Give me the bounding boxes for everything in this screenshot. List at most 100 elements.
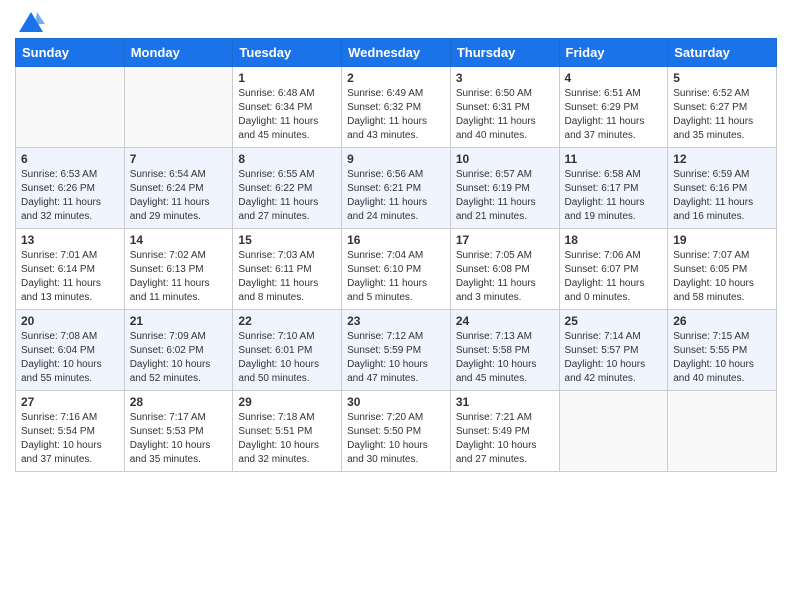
day-number: 18 (565, 233, 663, 247)
day-number: 20 (21, 314, 119, 328)
calendar-cell: 10 Sunrise: 6:57 AM Sunset: 6:19 PM Dayli… (450, 148, 559, 229)
day-number: 30 (347, 395, 445, 409)
day-number: 17 (456, 233, 554, 247)
day-info: Sunrise: 7:02 AM Sunset: 6:13 PM Dayligh… (130, 249, 228, 305)
week-row-4: 20 Sunrise: 7:08 AM Sunset: 6:04 PM Dayli… (16, 310, 777, 391)
calendar-cell: 31 Sunrise: 7:21 AM Sunset: 5:49 PM Dayli… (450, 391, 559, 472)
week-row-3: 13 Sunrise: 7:01 AM Sunset: 6:14 PM Dayli… (16, 229, 777, 310)
weekday-header-monday: Monday (124, 39, 233, 67)
week-row-2: 6Sunrise: 6:53 AM Sunset: 6:26 PM Daylig… (16, 148, 777, 229)
day-info: Sunrise: 7:14 AM Sunset: 5:57 PM Dayligh… (565, 330, 663, 386)
calendar-cell (559, 391, 668, 472)
calendar-cell: 20 Sunrise: 7:08 AM Sunset: 6:04 PM Dayli… (16, 310, 125, 391)
day-number: 15 (238, 233, 336, 247)
day-info: Sunrise: 6:48 AM Sunset: 6:34 PM Dayligh… (238, 87, 336, 143)
calendar-cell: 30 Sunrise: 7:20 AM Sunset: 5:50 PM Dayli… (342, 391, 451, 472)
calendar-cell: 22 Sunrise: 7:10 AM Sunset: 6:01 PM Dayli… (233, 310, 342, 391)
calendar-cell (668, 391, 777, 472)
day-number: 13 (21, 233, 119, 247)
week-row-1: 1 Sunrise: 6:48 AM Sunset: 6:34 PM Daylig… (16, 67, 777, 148)
page-container: SundayMondayTuesdayWednesdayThursdayFrid… (0, 0, 792, 487)
day-number: 7 (130, 152, 228, 166)
weekday-header-tuesday: Tuesday (233, 39, 342, 67)
weekday-header-friday: Friday (559, 39, 668, 67)
day-number: 3 (456, 71, 554, 85)
weekday-header-thursday: Thursday (450, 39, 559, 67)
calendar-cell: 28 Sunrise: 7:17 AM Sunset: 5:53 PM Dayli… (124, 391, 233, 472)
calendar-cell: 16Sunrise: 7:04 AM Sunset: 6:10 PM Dayli… (342, 229, 451, 310)
calendar-cell: 4 Sunrise: 6:51 AM Sunset: 6:29 PM Daylig… (559, 67, 668, 148)
day-number: 31 (456, 395, 554, 409)
calendar-cell: 12 Sunrise: 6:59 AM Sunset: 6:16 PM Dayli… (668, 148, 777, 229)
day-info: Sunrise: 6:51 AM Sunset: 6:29 PM Dayligh… (565, 87, 663, 143)
calendar-cell: 13 Sunrise: 7:01 AM Sunset: 6:14 PM Dayli… (16, 229, 125, 310)
calendar-cell: 14 Sunrise: 7:02 AM Sunset: 6:13 PM Dayli… (124, 229, 233, 310)
day-number: 23 (347, 314, 445, 328)
logo (15, 10, 45, 30)
calendar-cell: 24Sunrise: 7:13 AM Sunset: 5:58 PM Dayli… (450, 310, 559, 391)
day-info: Sunrise: 7:03 AM Sunset: 6:11 PM Dayligh… (238, 249, 336, 305)
day-info: Sunrise: 7:10 AM Sunset: 6:01 PM Dayligh… (238, 330, 336, 386)
calendar-cell: 2Sunrise: 6:49 AM Sunset: 6:32 PM Daylig… (342, 67, 451, 148)
day-info: Sunrise: 7:12 AM Sunset: 5:59 PM Dayligh… (347, 330, 445, 386)
calendar-cell (124, 67, 233, 148)
day-info: Sunrise: 6:49 AM Sunset: 6:32 PM Dayligh… (347, 87, 445, 143)
day-info: Sunrise: 6:59 AM Sunset: 6:16 PM Dayligh… (673, 168, 771, 224)
day-number: 10 (456, 152, 554, 166)
day-number: 26 (673, 314, 771, 328)
day-number: 25 (565, 314, 663, 328)
calendar-cell: 18 Sunrise: 7:06 AM Sunset: 6:07 PM Dayli… (559, 229, 668, 310)
day-number: 19 (673, 233, 771, 247)
calendar-cell: 19 Sunrise: 7:07 AM Sunset: 6:05 PM Dayli… (668, 229, 777, 310)
calendar-cell: 23 Sunrise: 7:12 AM Sunset: 5:59 PM Dayli… (342, 310, 451, 391)
week-row-5: 27 Sunrise: 7:16 AM Sunset: 5:54 PM Dayli… (16, 391, 777, 472)
day-info: Sunrise: 7:08 AM Sunset: 6:04 PM Dayligh… (21, 330, 119, 386)
calendar-cell: 17 Sunrise: 7:05 AM Sunset: 6:08 PM Dayli… (450, 229, 559, 310)
calendar-table: SundayMondayTuesdayWednesdayThursdayFrid… (15, 38, 777, 472)
calendar-cell: 25 Sunrise: 7:14 AM Sunset: 5:57 PM Dayli… (559, 310, 668, 391)
day-info: Sunrise: 6:58 AM Sunset: 6:17 PM Dayligh… (565, 168, 663, 224)
day-info: Sunrise: 6:55 AM Sunset: 6:22 PM Dayligh… (238, 168, 336, 224)
day-number: 29 (238, 395, 336, 409)
calendar-cell: 1 Sunrise: 6:48 AM Sunset: 6:34 PM Daylig… (233, 67, 342, 148)
calendar-cell: 5Sunrise: 6:52 AM Sunset: 6:27 PM Daylig… (668, 67, 777, 148)
day-info: Sunrise: 6:54 AM Sunset: 6:24 PM Dayligh… (130, 168, 228, 224)
day-info: Sunrise: 6:53 AM Sunset: 6:26 PM Dayligh… (21, 168, 119, 224)
day-number: 16 (347, 233, 445, 247)
calendar-cell: 21Sunrise: 7:09 AM Sunset: 6:02 PM Dayli… (124, 310, 233, 391)
weekday-header-row: SundayMondayTuesdayWednesdayThursdayFrid… (16, 39, 777, 67)
day-info: Sunrise: 6:52 AM Sunset: 6:27 PM Dayligh… (673, 87, 771, 143)
day-info: Sunrise: 7:01 AM Sunset: 6:14 PM Dayligh… (21, 249, 119, 305)
day-info: Sunrise: 7:17 AM Sunset: 5:53 PM Dayligh… (130, 411, 228, 467)
day-number: 24 (456, 314, 554, 328)
calendar-cell: 26Sunrise: 7:15 AM Sunset: 5:55 PM Dayli… (668, 310, 777, 391)
calendar-cell: 6Sunrise: 6:53 AM Sunset: 6:26 PM Daylig… (16, 148, 125, 229)
day-info: Sunrise: 7:21 AM Sunset: 5:49 PM Dayligh… (456, 411, 554, 467)
day-number: 8 (238, 152, 336, 166)
day-info: Sunrise: 7:16 AM Sunset: 5:54 PM Dayligh… (21, 411, 119, 467)
calendar-cell: 11Sunrise: 6:58 AM Sunset: 6:17 PM Dayli… (559, 148, 668, 229)
day-number: 27 (21, 395, 119, 409)
calendar-cell: 15 Sunrise: 7:03 AM Sunset: 6:11 PM Dayli… (233, 229, 342, 310)
day-number: 4 (565, 71, 663, 85)
day-info: Sunrise: 7:06 AM Sunset: 6:07 PM Dayligh… (565, 249, 663, 305)
day-number: 22 (238, 314, 336, 328)
calendar-cell: 27 Sunrise: 7:16 AM Sunset: 5:54 PM Dayli… (16, 391, 125, 472)
logo-icon (17, 10, 45, 34)
day-number: 12 (673, 152, 771, 166)
day-number: 14 (130, 233, 228, 247)
day-info: Sunrise: 7:20 AM Sunset: 5:50 PM Dayligh… (347, 411, 445, 467)
weekday-header-saturday: Saturday (668, 39, 777, 67)
calendar-cell: 9 Sunrise: 6:56 AM Sunset: 6:21 PM Daylig… (342, 148, 451, 229)
day-info: Sunrise: 6:56 AM Sunset: 6:21 PM Dayligh… (347, 168, 445, 224)
day-info: Sunrise: 6:50 AM Sunset: 6:31 PM Dayligh… (456, 87, 554, 143)
day-info: Sunrise: 7:09 AM Sunset: 6:02 PM Dayligh… (130, 330, 228, 386)
day-info: Sunrise: 7:05 AM Sunset: 6:08 PM Dayligh… (456, 249, 554, 305)
day-info: Sunrise: 7:18 AM Sunset: 5:51 PM Dayligh… (238, 411, 336, 467)
day-number: 28 (130, 395, 228, 409)
day-info: Sunrise: 6:57 AM Sunset: 6:19 PM Dayligh… (456, 168, 554, 224)
day-info: Sunrise: 7:07 AM Sunset: 6:05 PM Dayligh… (673, 249, 771, 305)
day-number: 9 (347, 152, 445, 166)
weekday-header-wednesday: Wednesday (342, 39, 451, 67)
day-number: 1 (238, 71, 336, 85)
